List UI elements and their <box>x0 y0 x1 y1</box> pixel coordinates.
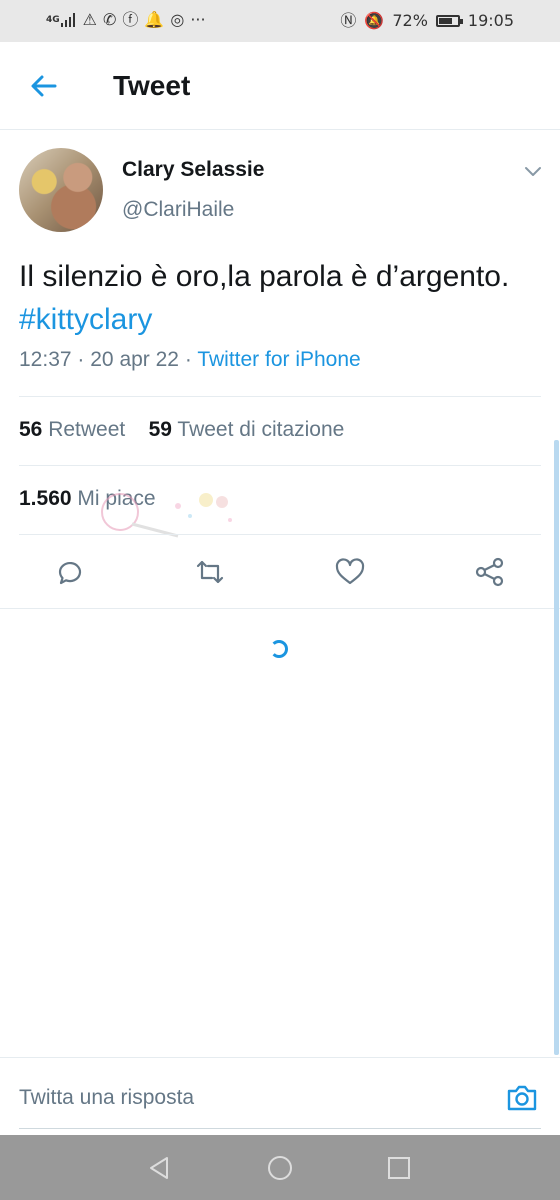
quotes-stat[interactable]: 59 Tweet di citazione <box>149 418 345 441</box>
engagement-stats: 56 Retweet 59 Tweet di citazione <box>19 418 344 442</box>
scrollbar[interactable] <box>554 440 559 1055</box>
divider <box>19 534 541 535</box>
battery-icon <box>435 14 463 27</box>
home-circle-icon <box>268 1156 292 1180</box>
like-button[interactable] <box>332 554 368 590</box>
whatsapp-icon: ✆ <box>103 10 117 29</box>
nav-recents-button[interactable] <box>384 1153 414 1183</box>
reply-icon <box>58 561 82 585</box>
reply-composer: Twitta una risposta <box>0 1057 560 1136</box>
like-icon <box>335 558 365 585</box>
instagram-icon: ◎ <box>170 10 185 29</box>
notification-bell-icon: 🔔 <box>144 10 165 29</box>
tweet-menu-button[interactable] <box>522 160 544 182</box>
camera-icon <box>507 1085 537 1111</box>
reply-button[interactable] <box>52 554 88 590</box>
meta-separator: · <box>184 348 192 371</box>
likes-count: 1.560 <box>19 487 72 510</box>
quotes-label: Tweet di citazione <box>177 418 345 441</box>
arrow-left-icon <box>31 75 57 97</box>
page-title: Tweet <box>113 70 191 101</box>
author-handle[interactable]: @ClariHaile <box>122 198 234 222</box>
loading-spinner-icon <box>270 640 288 658</box>
system-navigation-bar <box>0 1135 560 1200</box>
top-app-bar: Tweet <box>0 42 560 130</box>
share-icon <box>475 557 504 587</box>
battery-percent: 72% <box>392 11 428 30</box>
tweet-meta: 12:37 · 20 apr 22 · Twitter for iPhone <box>19 348 361 372</box>
tweet-time: 12:37 <box>19 348 72 371</box>
reply-input[interactable]: Twitta una risposta <box>19 1086 194 1110</box>
recents-square-icon <box>388 1157 410 1179</box>
warning-icon: ⚠ <box>82 10 97 29</box>
divider <box>19 396 541 397</box>
reply-underline <box>19 1128 541 1129</box>
status-bar-right: Ⓝ 🔕 72% 19:05 <box>340 11 514 30</box>
status-bar-left: 4G ⚠ ✆ ⓕ 🔔 ◎ ··· <box>46 11 206 29</box>
clock: 19:05 <box>467 11 514 30</box>
author-name[interactable]: Clary Selassie <box>122 158 264 182</box>
quotes-count: 59 <box>148 418 172 441</box>
avatar[interactable] <box>19 148 103 232</box>
back-button[interactable] <box>28 70 60 102</box>
signal-icon: 4G <box>46 13 77 27</box>
status-bar: 4G ⚠ ✆ ⓕ 🔔 ◎ ··· Ⓝ 🔕 72% 19:05 <box>0 0 560 42</box>
meta-separator: · <box>77 348 85 371</box>
tweet-body: Il silenzio è oro,la parola è d’argento. <box>19 260 510 293</box>
retweets-count: 56 <box>19 418 43 441</box>
retweet-icon <box>196 560 224 584</box>
mute-icon: 🔕 <box>364 10 385 30</box>
nav-back-button[interactable] <box>145 1153 175 1183</box>
camera-button[interactable] <box>504 1080 540 1116</box>
back-triangle-icon <box>150 1157 168 1179</box>
nfc-icon: Ⓝ <box>340 10 357 30</box>
chevron-down-icon <box>525 167 541 176</box>
retweet-button[interactable] <box>192 554 228 590</box>
retweets-stat[interactable]: 56 Retweet <box>19 418 125 441</box>
hashtag-link[interactable]: #kittyclary <box>19 303 152 336</box>
tweet-source-link[interactable]: Twitter for iPhone <box>197 348 360 371</box>
share-button[interactable] <box>472 554 508 590</box>
watermark-sticker <box>101 493 232 538</box>
tweet-text: Il silenzio è oro,la parola è d’argento.… <box>19 255 539 341</box>
nav-home-button[interactable] <box>265 1153 295 1183</box>
divider <box>19 465 541 466</box>
tweet-date: 20 apr 22 <box>90 348 179 371</box>
retweets-label: Retweet <box>48 418 126 441</box>
facebook-icon: ⓕ <box>122 10 139 29</box>
more-notifications-icon: ··· <box>190 10 206 29</box>
divider <box>0 608 560 609</box>
network-type-label: 4G <box>46 14 60 25</box>
tweet-action-bar <box>0 546 560 600</box>
